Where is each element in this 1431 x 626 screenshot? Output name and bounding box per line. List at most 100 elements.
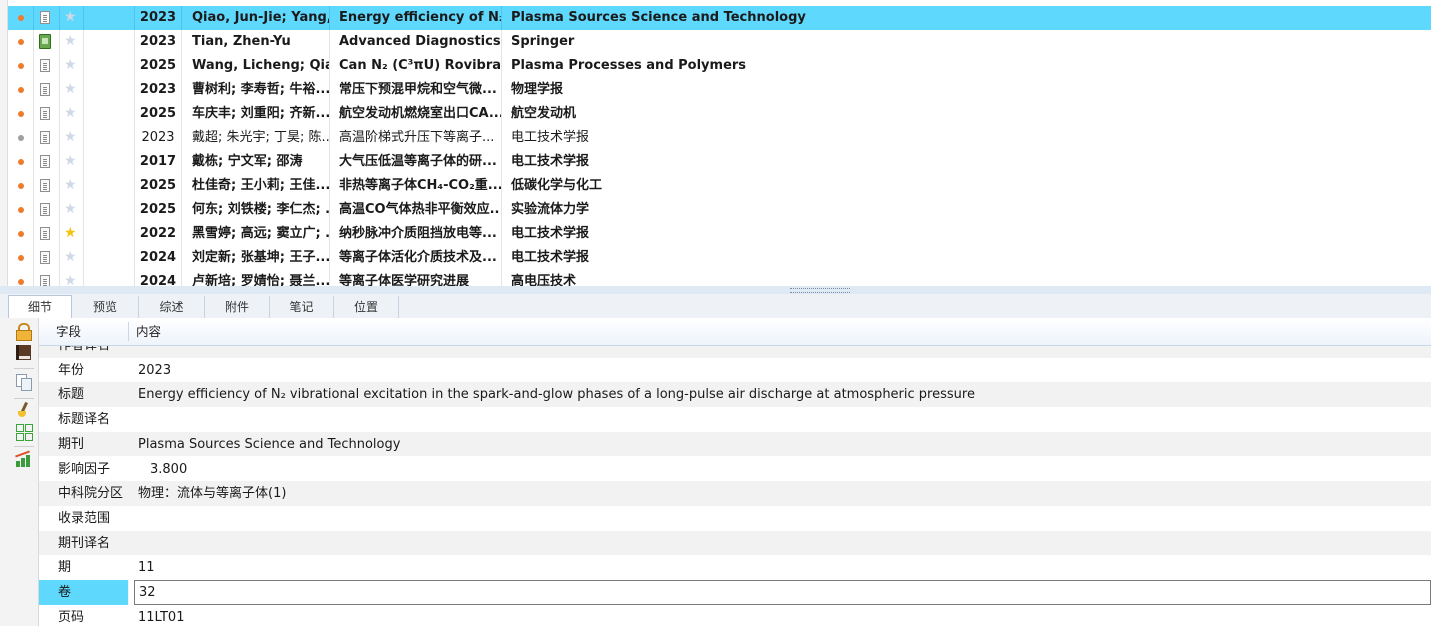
pane-splitter[interactable] bbox=[0, 286, 1431, 294]
star-cell[interactable]: ★ bbox=[60, 102, 84, 126]
read-status-cell[interactable] bbox=[8, 126, 34, 150]
field-name-column-header[interactable]: 字段 bbox=[56, 318, 81, 346]
field-name[interactable]: 收录范围 bbox=[39, 506, 128, 531]
star-cell[interactable]: ★ bbox=[60, 6, 84, 30]
field-row[interactable]: 期刊 Plasma Sources Science and Technology bbox=[39, 431, 1431, 457]
splitter-grip[interactable] bbox=[790, 288, 850, 293]
field-value[interactable]: 32 bbox=[129, 580, 1431, 605]
star-icon[interactable]: ★ bbox=[64, 201, 77, 217]
star-icon[interactable]: ★ bbox=[64, 105, 77, 121]
type-cell[interactable] bbox=[34, 6, 60, 30]
star-icon[interactable]: ★ bbox=[64, 33, 77, 49]
field-value[interactable]: 物理：流体与等离子体(1) bbox=[129, 481, 1431, 506]
star-icon[interactable]: ★ bbox=[64, 249, 77, 265]
table-row[interactable]: ★ 2022 黑雪婷; 高远; 窦立广; .. 纳秒脉冲介质阻挡放电等... 电工技术学… bbox=[8, 222, 1431, 246]
star-icon[interactable]: ★ bbox=[64, 177, 77, 193]
tab-preview[interactable]: 预览 bbox=[72, 296, 139, 318]
reference-list[interactable]: ★ 2023 Qiao, Jun-Jie; Yang, Energy efficien… bbox=[0, 0, 1431, 288]
star-cell[interactable]: ★ bbox=[60, 30, 84, 54]
type-cell[interactable] bbox=[34, 102, 60, 126]
star-cell[interactable]: ★ bbox=[60, 198, 84, 222]
star-icon[interactable]: ★ bbox=[64, 153, 77, 169]
field-value[interactable] bbox=[129, 531, 1431, 556]
table-row[interactable]: ★ 2023 Tian, Zhen-Yu Advanced Diagnostics i… bbox=[8, 30, 1431, 54]
field-value[interactable]: Plasma Sources Science and Technology bbox=[129, 432, 1431, 457]
star-cell[interactable]: ★ bbox=[60, 222, 84, 246]
read-status-cell[interactable] bbox=[8, 246, 34, 270]
table-row[interactable]: ★ 2017 戴栋; 宁文军; 邵涛 大气压低温等离子体的研... 电工技术学报 bbox=[8, 150, 1431, 174]
table-row[interactable]: ★ 2023 戴超; 朱光宇; 丁昊; 陈... 高温阶梯式升压下等离子... 电工技术… bbox=[8, 126, 1431, 150]
star-cell[interactable]: ★ bbox=[60, 246, 84, 270]
field-value[interactable]: 11 bbox=[129, 555, 1431, 580]
field-row[interactable]: 页码 11LT01 bbox=[39, 605, 1431, 626]
read-status-cell[interactable] bbox=[8, 150, 34, 174]
type-cell[interactable] bbox=[34, 150, 60, 174]
field-name[interactable]: 期刊译名 bbox=[39, 531, 128, 556]
star-icon[interactable]: ★ bbox=[64, 129, 77, 145]
star-icon[interactable]: ★ bbox=[64, 9, 77, 25]
field-row[interactable]: 影响因子 3.800 bbox=[39, 457, 1431, 482]
star-cell[interactable]: ★ bbox=[60, 150, 84, 174]
column-divider[interactable] bbox=[128, 322, 129, 341]
read-status-cell[interactable] bbox=[8, 54, 34, 78]
field-row[interactable]: 年份 2023 bbox=[39, 358, 1431, 383]
star-cell[interactable]: ★ bbox=[60, 78, 84, 102]
table-row[interactable]: ★ 2025 Wang, Licheng; Qia. Can N₂ (C³πU) Ro… bbox=[8, 54, 1431, 78]
type-cell[interactable] bbox=[34, 222, 60, 246]
field-row[interactable]: 标题 Energy efficiency of N₂ vibrational ex… bbox=[39, 382, 1431, 408]
field-value[interactable]: 2023 bbox=[129, 358, 1431, 383]
field-edit-input[interactable]: 32 bbox=[134, 580, 1431, 605]
field-name[interactable]: 卷 bbox=[39, 580, 128, 605]
field-row[interactable]: 中科院分区 物理：流体与等离子体(1) bbox=[39, 481, 1431, 506]
table-row[interactable]: ★ 2023 曹树利; 李寿哲; 牛裕... 常压下预混甲烷和空气微... 物理学报 bbox=[8, 78, 1431, 102]
select-all-icon[interactable] bbox=[15, 423, 33, 441]
table-row[interactable]: ★ 2023 Qiao, Jun-Jie; Yang, Energy efficien… bbox=[8, 6, 1431, 30]
type-cell[interactable] bbox=[34, 174, 60, 198]
field-value-column-header[interactable]: 内容 bbox=[136, 318, 161, 346]
star-icon[interactable]: ★ bbox=[64, 57, 77, 73]
field-name[interactable]: 标题 bbox=[39, 382, 128, 407]
field-name[interactable]: 中科院分区 bbox=[39, 481, 128, 506]
field-value[interactable]: 11LT01 bbox=[129, 605, 1431, 626]
field-value[interactable] bbox=[129, 506, 1431, 531]
field-name[interactable]: 期 bbox=[39, 555, 128, 580]
table-row[interactable]: ★ 2025 杜佳奇; 王小莉; 王佳... 非热等离子体CH₄-CO₂重... 低碳化… bbox=[8, 174, 1431, 198]
table-row[interactable]: ★ 2025 车庆丰; 刘重阳; 齐新... 航空发动机燃烧室出口CA... 航空发动机 bbox=[8, 102, 1431, 126]
field-name[interactable]: 年份 bbox=[39, 358, 128, 383]
tab-attachments[interactable]: 附件 bbox=[205, 296, 270, 318]
field-row[interactable]: 标题译名 bbox=[39, 407, 1431, 432]
read-status-cell[interactable] bbox=[8, 78, 34, 102]
read-status-cell[interactable] bbox=[8, 198, 34, 222]
type-cell[interactable] bbox=[34, 78, 60, 102]
type-cell[interactable] bbox=[34, 198, 60, 222]
read-status-cell[interactable] bbox=[8, 102, 34, 126]
field-name[interactable]: 页码 bbox=[39, 605, 128, 626]
field-value[interactable] bbox=[129, 407, 1431, 432]
field-row[interactable]: 期刊译名 bbox=[39, 530, 1431, 556]
field-name[interactable]: 标题译名 bbox=[39, 407, 128, 432]
star-icon[interactable]: ★ bbox=[64, 225, 77, 241]
star-icon[interactable]: ★ bbox=[64, 81, 77, 97]
field-row[interactable]: 收录范围 bbox=[39, 506, 1431, 531]
book-icon[interactable] bbox=[15, 344, 33, 362]
type-cell[interactable] bbox=[34, 126, 60, 150]
copy-icon[interactable] bbox=[15, 373, 33, 391]
field-name[interactable]: 影响因子 bbox=[39, 457, 128, 482]
table-row[interactable]: ★ 2024 刘定新; 张基坤; 王子... 等离子体活化介质技术及... 电工技术学报 bbox=[8, 246, 1431, 270]
read-status-cell[interactable] bbox=[8, 222, 34, 246]
type-cell[interactable] bbox=[34, 30, 60, 54]
star-cell[interactable]: ★ bbox=[60, 54, 84, 78]
star-cell[interactable]: ★ bbox=[60, 174, 84, 198]
star-cell[interactable]: ★ bbox=[60, 126, 84, 150]
read-status-cell[interactable] bbox=[8, 174, 34, 198]
tab-summary[interactable]: 综述 bbox=[139, 296, 205, 318]
tab-notes[interactable]: 笔记 bbox=[270, 296, 334, 318]
type-cell[interactable] bbox=[34, 54, 60, 78]
field-value[interactable]: Energy efficiency of N₂ vibrational exci… bbox=[129, 382, 1431, 407]
table-row[interactable]: ★ 2025 何东; 刘铁楼; 李仁杰; .. 高温CO气体热非平衡效应.. 实验流体力… bbox=[8, 198, 1431, 222]
read-status-cell[interactable] bbox=[8, 6, 34, 30]
brush-icon[interactable] bbox=[15, 401, 33, 420]
chart-icon[interactable] bbox=[15, 450, 33, 470]
lock-icon[interactable] bbox=[15, 323, 33, 341]
field-value[interactable]: 3.800 bbox=[129, 457, 1431, 482]
